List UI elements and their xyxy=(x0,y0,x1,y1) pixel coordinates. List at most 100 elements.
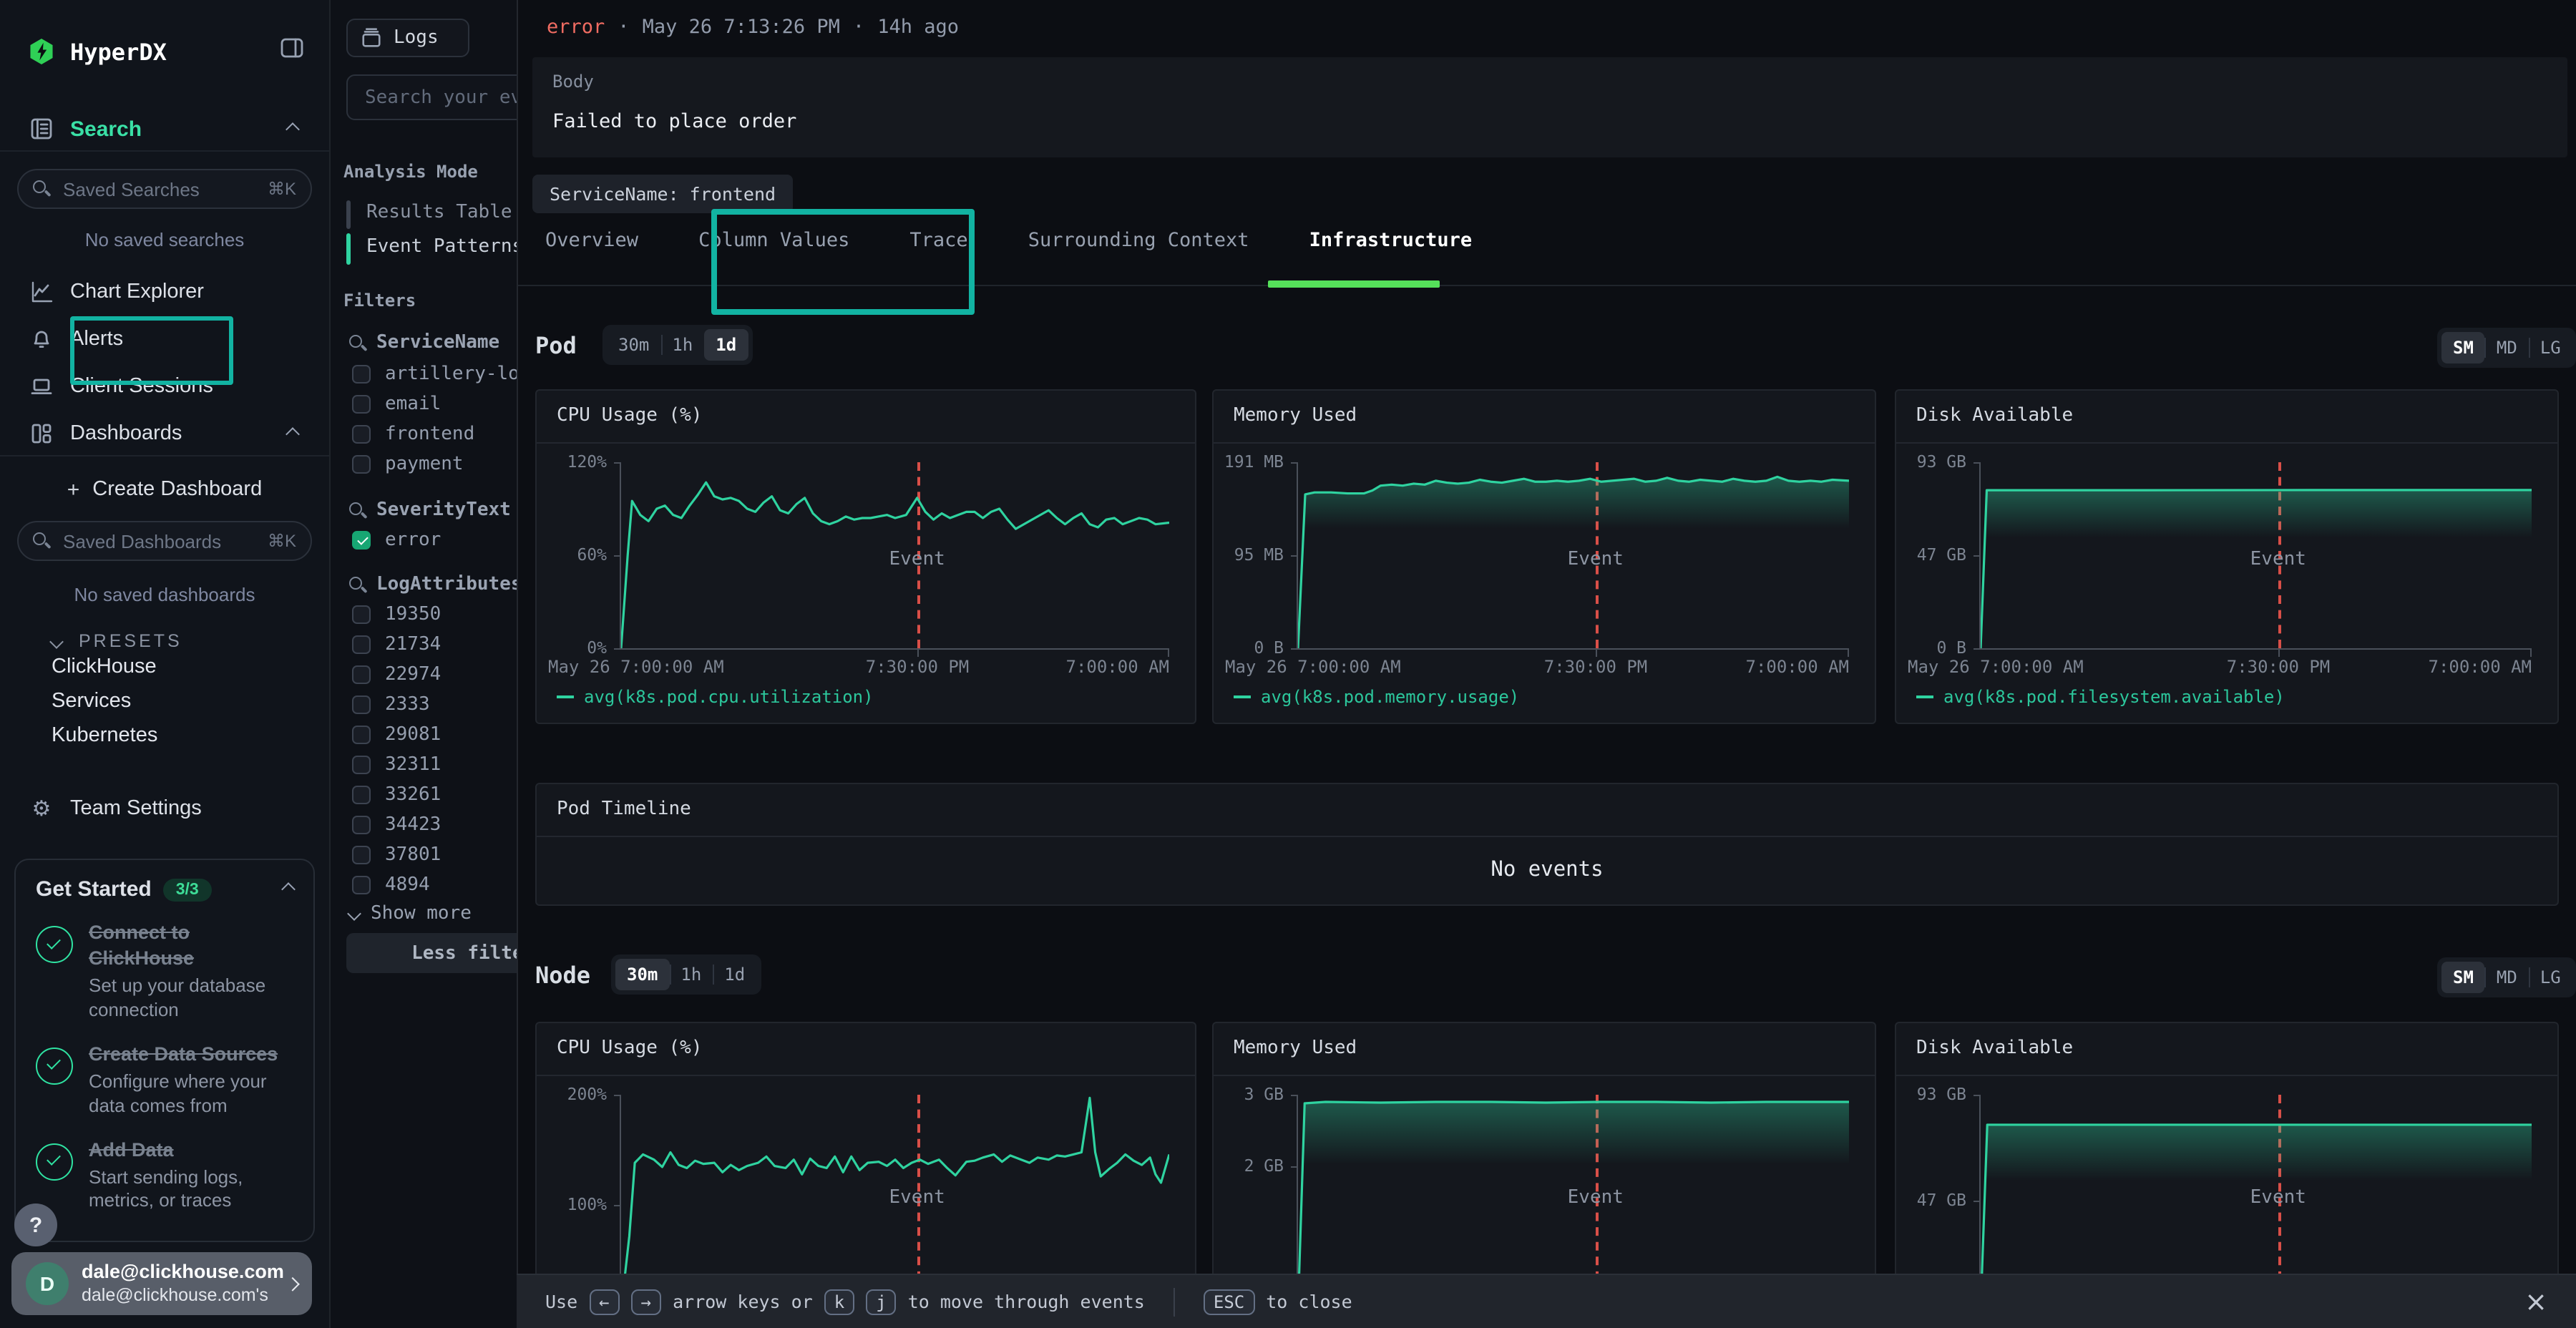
filter-option[interactable]: 4894 xyxy=(352,874,430,896)
checkbox-icon[interactable] xyxy=(352,365,371,384)
filter-option[interactable]: 33261 xyxy=(352,784,441,806)
get-started-card: Get Started 3/3 Connect to ClickHouse Se… xyxy=(14,859,315,1242)
body-label: Body xyxy=(552,72,594,92)
filter-option[interactable]: 34423 xyxy=(352,814,441,836)
event-marker-label: Event xyxy=(2250,548,2306,570)
checkbox-icon[interactable] xyxy=(352,395,371,414)
checkbox-icon[interactable] xyxy=(352,665,371,684)
filter-option[interactable]: 19350 xyxy=(352,604,441,625)
search-icon[interactable] xyxy=(349,334,366,351)
search-icon[interactable] xyxy=(349,576,366,593)
filter-option-label: 29081 xyxy=(385,724,441,746)
checkbox-checked-icon[interactable] xyxy=(352,531,371,550)
chart-title: CPU Usage (%) xyxy=(557,1023,703,1075)
saved-dashboards-field[interactable] xyxy=(60,529,259,553)
node-size-md[interactable]: MD xyxy=(2485,962,2529,993)
plus-icon: + xyxy=(67,477,80,502)
node-range-1h[interactable]: 1h xyxy=(669,959,713,990)
source-select[interactable]: Logs xyxy=(346,19,469,57)
checkbox-icon[interactable] xyxy=(352,605,371,624)
node-range-30m[interactable]: 30m xyxy=(615,959,669,990)
checkbox-icon[interactable] xyxy=(352,425,371,444)
avatar: D xyxy=(26,1262,69,1305)
pod-range-1h[interactable]: 1h xyxy=(660,329,704,361)
chart-title: Disk Available xyxy=(1916,391,2073,442)
filter-option[interactable]: 37801 xyxy=(352,844,441,866)
filter-option[interactable]: payment xyxy=(352,454,464,475)
get-started-item[interactable]: Create Data Sources Configure where your… xyxy=(36,1042,293,1119)
pod-size-md[interactable]: MD xyxy=(2485,332,2529,363)
presets-toggle[interactable]: PRESETS xyxy=(0,624,329,658)
tab-surrounding-context[interactable]: Surrounding Context xyxy=(1028,229,1249,252)
preset-clickhouse[interactable]: ClickHouse xyxy=(52,655,157,678)
checkbox-icon[interactable] xyxy=(352,816,371,834)
checkbox-icon[interactable] xyxy=(352,846,371,864)
body-card: Body Failed to place order xyxy=(532,57,2567,157)
get-started-item[interactable]: Add Data Start sending logs, metrics, or… xyxy=(36,1137,293,1214)
filter-option[interactable]: 22974 xyxy=(352,664,441,685)
filter-option[interactable]: 32311 xyxy=(352,754,441,776)
node-size-lg[interactable]: LG xyxy=(2529,962,2572,993)
tab-infrastructure[interactable]: Infrastructure xyxy=(1309,229,1473,252)
chevron-up-icon[interactable] xyxy=(281,882,296,897)
get-started-item[interactable]: Connect to ClickHouse Set up your databa… xyxy=(36,920,293,1023)
x-label: 7:00:00 AM xyxy=(1066,657,1170,677)
search-icon[interactable] xyxy=(349,502,366,519)
footer-text: arrow keys or xyxy=(673,1291,813,1312)
mode-event-patterns[interactable]: Event Patterns xyxy=(366,236,523,258)
node-size-sm[interactable]: SM xyxy=(2441,962,2485,993)
filter-option[interactable]: 2333 xyxy=(352,694,430,716)
checkbox-icon[interactable] xyxy=(352,695,371,714)
pod-size-lg[interactable]: LG xyxy=(2529,332,2572,363)
mode-results-table[interactable]: Results Table xyxy=(366,202,512,223)
checkbox-icon[interactable] xyxy=(352,786,371,804)
sidebar-item-chart-explorer[interactable]: Chart Explorer xyxy=(0,275,329,309)
chart-plot: 93 GB 47 GB 0 B Event xyxy=(1979,462,2532,650)
y-tick: 191 MB xyxy=(1221,453,1284,472)
checkbox-icon[interactable] xyxy=(352,455,371,474)
step-desc: Start sending logs, metrics, or traces xyxy=(89,1166,293,1214)
event-detail-panel: error · May 26 7:13:26 PM · 14h ago Body… xyxy=(517,0,2576,1328)
filter-option[interactable]: 21734 xyxy=(352,634,441,655)
user-menu[interactable]: D dale@clickhouse.com dale@clickhouse.co… xyxy=(11,1252,312,1315)
saved-searches-field[interactable] xyxy=(60,177,259,201)
help-button[interactable]: ? xyxy=(14,1204,57,1246)
filter-option-label: 2333 xyxy=(385,694,430,716)
filter-option-label: 32311 xyxy=(385,754,441,776)
sidebar-item-search[interactable]: Search xyxy=(0,112,329,146)
filter-option[interactable]: artillery-loa xyxy=(352,363,531,385)
preset-services[interactable]: Services xyxy=(52,690,131,713)
checkbox-icon[interactable] xyxy=(352,726,371,744)
preset-kubernetes[interactable]: Kubernetes xyxy=(52,724,157,747)
saved-dashboards-input[interactable]: ⌘K xyxy=(17,521,312,561)
node-range-1d[interactable]: 1d xyxy=(713,959,756,990)
sidebar-item-dashboards[interactable]: Dashboards xyxy=(0,416,329,451)
search-icon xyxy=(33,532,50,550)
saved-searches-input[interactable]: ⌘K xyxy=(17,169,312,209)
checkbox-icon[interactable] xyxy=(352,635,371,654)
filter-option-error[interactable]: error xyxy=(352,529,441,551)
shortcut-hint: ⌘K xyxy=(268,179,296,199)
filter-option[interactable]: frontend xyxy=(352,424,474,445)
filter-option[interactable]: 29081 xyxy=(352,724,441,746)
checkbox-icon[interactable] xyxy=(352,876,371,894)
close-icon[interactable]: × xyxy=(2524,1286,2547,1317)
collapse-sidebar-icon[interactable] xyxy=(280,37,303,66)
service-tag[interactable]: ServiceName: frontend xyxy=(532,175,793,213)
event-age: 14h ago xyxy=(877,16,959,39)
show-more-button[interactable]: Show more xyxy=(349,903,472,924)
tab-overview[interactable]: Overview xyxy=(545,229,638,252)
pod-range-30m[interactable]: 30m xyxy=(607,329,660,361)
filter-group-severitytext: SeverityText xyxy=(349,499,511,521)
footer-text: to close xyxy=(1266,1291,1352,1312)
step-desc: Set up your database connection xyxy=(89,975,293,1023)
pod-size-sm[interactable]: SM xyxy=(2441,332,2485,363)
filter-option-label: frontend xyxy=(385,424,474,445)
sidebar-item-team-settings[interactable]: ⚙ Team Settings xyxy=(0,791,329,826)
create-dashboard-button[interactable]: + Create Dashboard xyxy=(0,472,329,507)
pod-range-1d[interactable]: 1d xyxy=(704,329,748,361)
legend-label: avg(k8s.pod.filesystem.available) xyxy=(1943,687,2285,707)
filter-option-label: 21734 xyxy=(385,634,441,655)
checkbox-icon[interactable] xyxy=(352,756,371,774)
filter-option[interactable]: email xyxy=(352,394,441,415)
